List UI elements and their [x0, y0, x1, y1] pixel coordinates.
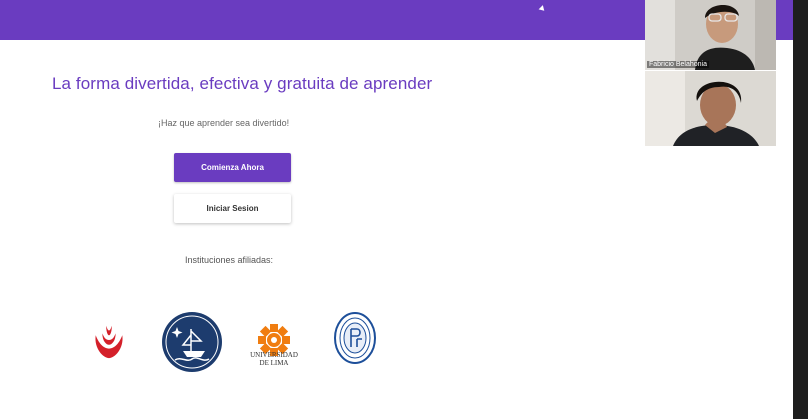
participant-video-tile: [645, 71, 776, 146]
participant-avatar: [645, 71, 776, 146]
upc-logo: [95, 325, 123, 359]
universidad-de-lima-wordmark: UNIVERSIDAD DE LIMA: [250, 351, 298, 367]
login-button[interactable]: Iniciar Sesion: [174, 194, 291, 223]
navy-school-logo: [162, 312, 222, 372]
page-tagline: ¡Haz que aprender sea divertido!: [158, 118, 290, 128]
start-now-button[interactable]: Comienza Ahora: [174, 153, 291, 182]
participant-video-tile: Fabricio Belahonia: [645, 0, 776, 70]
window-edge: [793, 0, 808, 419]
page-headline: La forma divertida, efectiva y gratuita …: [52, 74, 433, 93]
universidad-del-pacifico-logo: [334, 312, 376, 364]
affiliates-label: Instituciones afiliadas:: [185, 255, 274, 265]
participant-avatar: [645, 0, 776, 70]
participant-name-label: Fabricio Belahonia: [647, 61, 709, 68]
